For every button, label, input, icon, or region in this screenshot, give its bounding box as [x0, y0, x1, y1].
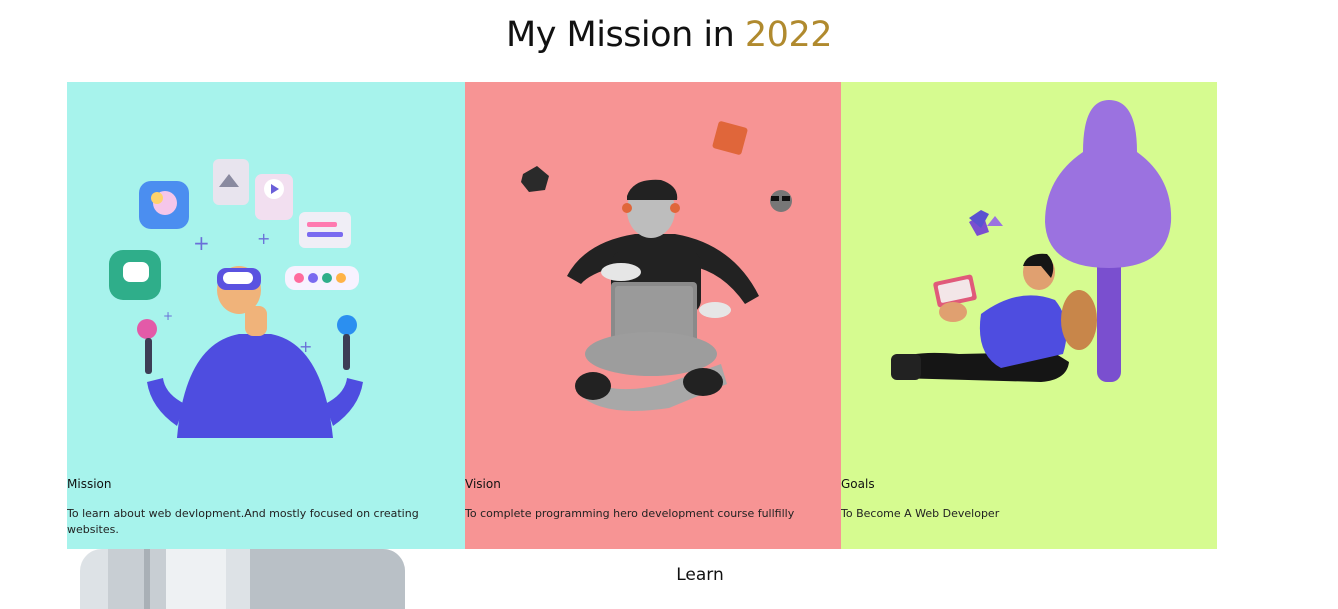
svg-text:+: + — [193, 231, 210, 255]
page-title: My Mission in 2022 — [0, 13, 1338, 57]
card-description: To learn about web devlopment.And mostly… — [67, 507, 419, 536]
learn-image — [80, 549, 405, 609]
card-description: To complete programming hero development… — [465, 507, 795, 520]
page-title-year: 2022 — [744, 15, 833, 55]
card-title: Mission — [67, 477, 112, 491]
page-title-text: My Mission in — [506, 15, 745, 55]
card-title: Vision — [465, 477, 501, 491]
reading-person-illustration — [891, 100, 1172, 382]
learn-section-title: Learn — [676, 565, 724, 585]
card-vision: Vision To complete programming hero deve… — [465, 82, 841, 549]
card-title: Goals — [841, 477, 875, 491]
vr-person-illustration: + + + + — [109, 159, 363, 438]
card-goals: Goals To Become A Web Developer — [841, 82, 1217, 549]
laptop-person-illustration — [521, 121, 792, 411]
mission-cards: + + + + Mission To learn about web devlo… — [67, 82, 1217, 549]
svg-text:+: + — [257, 229, 270, 248]
card-mission: + + + + Mission To learn about web devlo… — [67, 82, 465, 549]
card-description: To Become A Web Developer — [841, 507, 1000, 520]
svg-text:+: + — [163, 309, 173, 323]
